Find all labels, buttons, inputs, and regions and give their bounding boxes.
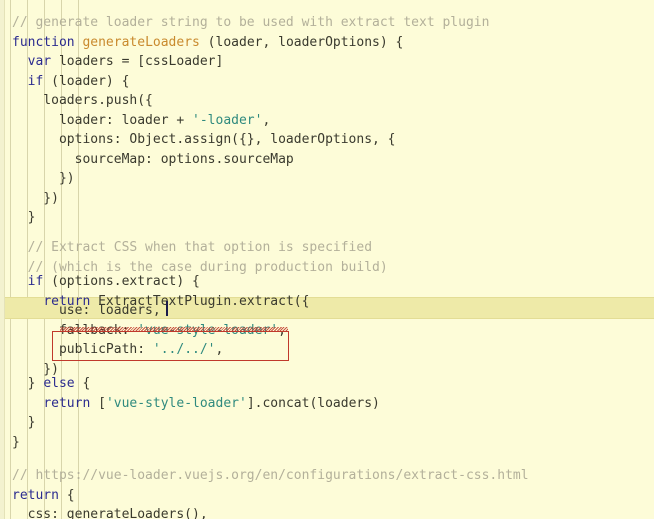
code-line[interactable]: if (options.extract) { xyxy=(0,272,200,292)
token-plain: use: loaders, xyxy=(12,303,161,318)
token-plain: } xyxy=(12,210,36,225)
code-line[interactable]: }) xyxy=(0,169,75,189)
token-keyword: if xyxy=(27,274,44,289)
code-line[interactable]: // https://vue-loader.vuejs.org/en/confi… xyxy=(0,466,529,486)
token-plain: loader: loader + xyxy=(12,112,193,128)
code-line[interactable]: } xyxy=(0,413,36,433)
token-comment: // https://vue-loader.vuejs.org/en/confi… xyxy=(12,468,529,483)
code-line[interactable]: loaders.push({ xyxy=(0,91,153,111)
token-plain: (loader) { xyxy=(43,73,130,89)
token-keyword: return xyxy=(12,487,59,503)
token-keyword: return xyxy=(43,395,91,411)
token-plain: }) xyxy=(12,171,75,186)
code-line[interactable]: }) xyxy=(0,189,59,209)
token-plain: [ xyxy=(90,395,106,411)
code-line[interactable]: publicPath: '../../', xyxy=(0,340,223,360)
code-line[interactable]: sourceMap: options.sourceMap xyxy=(0,150,294,170)
token-plain: publicPath: xyxy=(12,342,153,357)
token-plain: (options.extract) { xyxy=(43,274,200,289)
editor-left-gutter-edge xyxy=(0,0,5,519)
code-line[interactable]: options: Object.assign({}, loaderOptions… xyxy=(0,130,396,150)
token-keyword: else xyxy=(43,376,75,391)
code-line[interactable]: } else { xyxy=(0,374,91,394)
code-line[interactable]: return { xyxy=(0,486,75,506)
token-plain: , xyxy=(215,342,224,357)
token-plain: options: Object.assign({}, loaderOptions… xyxy=(12,132,396,147)
token-plain: css: generateLoaders(), xyxy=(12,507,208,519)
code-line[interactable]: css: generateLoaders(), xyxy=(0,505,208,519)
code-line[interactable]: use: loaders, xyxy=(0,301,161,321)
code-line[interactable]: } xyxy=(0,208,36,228)
token-comment: // Extract CSS when that option is speci… xyxy=(12,240,373,255)
error-squiggly-underline xyxy=(60,327,288,331)
token-string: '-loader' xyxy=(192,112,263,128)
code-text-layer[interactable]: // generate loader string to be used wit… xyxy=(0,0,654,519)
token-plain: sourceMap: options.sourceMap xyxy=(12,151,294,167)
token-keyword: var xyxy=(27,54,52,69)
code-line[interactable]: // Extract CSS when that option is speci… xyxy=(0,238,372,258)
token-comment: // generate loader string to be used wit… xyxy=(12,15,490,30)
code-editor-pane[interactable]: // generate loader string to be used wit… xyxy=(0,0,654,519)
token-plain: } xyxy=(12,434,20,450)
token-keyword: function xyxy=(12,34,75,50)
token-plain: loaders.push({ xyxy=(12,93,153,108)
token-plain: } xyxy=(12,415,36,430)
text-caret xyxy=(166,301,168,316)
token-plain: { xyxy=(74,376,91,391)
token-plain: { xyxy=(58,487,75,503)
code-line[interactable]: var loaders = [cssLoader] xyxy=(0,52,224,72)
token-plain: , xyxy=(262,112,271,128)
code-line[interactable]: function generateLoaders (loader, loader… xyxy=(0,33,403,53)
code-line[interactable]: if (loader) { xyxy=(0,72,130,92)
token-string: 'vue-style-loader' xyxy=(105,395,247,411)
token-keyword: if xyxy=(27,73,44,89)
code-line[interactable]: // generate loader string to be used wit… xyxy=(0,13,489,33)
code-line[interactable]: loader: loader + '-loader', xyxy=(0,111,270,131)
token-plain: loaders = [cssLoader] xyxy=(51,54,224,69)
token-fname: generateLoaders xyxy=(82,34,200,50)
token-plain: } xyxy=(12,376,44,391)
code-line[interactable]: return ['vue-style-loader'].concat(loade… xyxy=(0,394,380,414)
token-plain: }) xyxy=(12,190,59,206)
token-plain: ].concat(loaders) xyxy=(246,395,380,411)
token-string: '../../' xyxy=(152,342,216,357)
token-plain: (loader, loaderOptions) { xyxy=(199,34,404,50)
